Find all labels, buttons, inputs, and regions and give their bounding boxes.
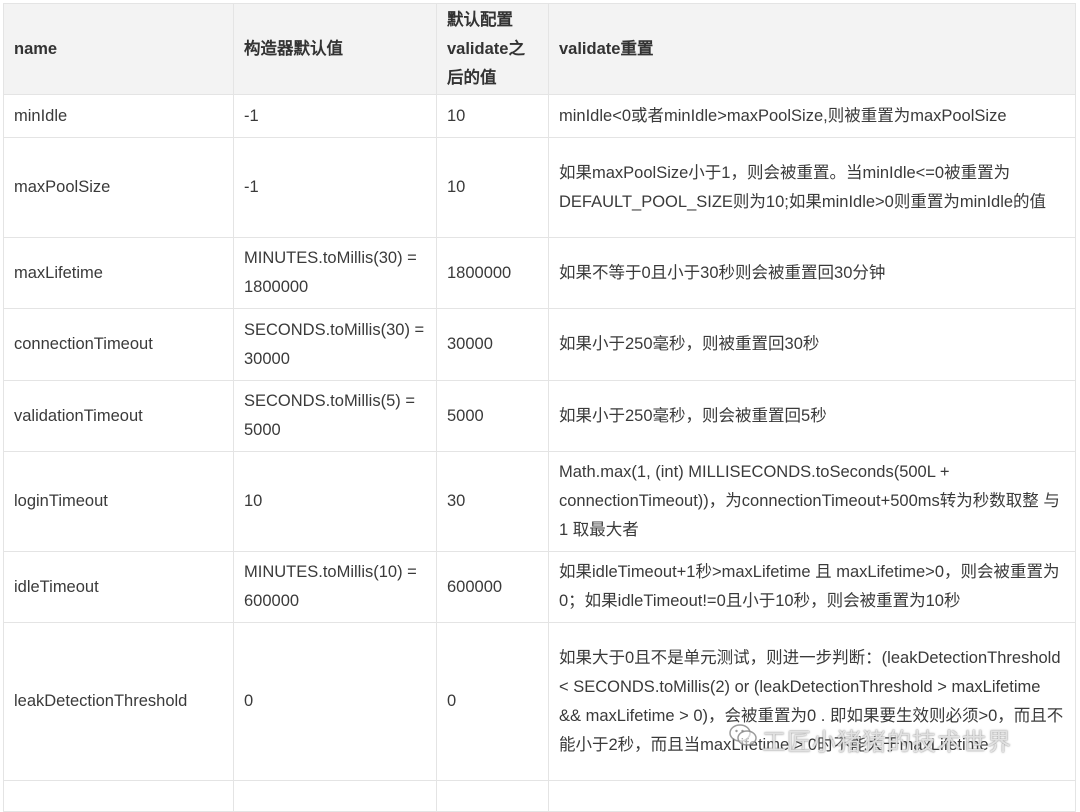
table-row-partial: [3, 780, 1076, 812]
cell-validate-reset: 如果大于0且不是单元测试，则进一步判断：(leakDetectionThresh…: [548, 622, 1076, 781]
table-row: validationTimeout SECONDS.toMillis(5) = …: [3, 380, 1076, 452]
cell-empty: [548, 780, 1076, 812]
table-row: idleTimeout MINUTES.toMillis(10) = 60000…: [3, 551, 1076, 623]
cell-name: minIdle: [3, 94, 234, 138]
cell-constructor-default: SECONDS.toMillis(30) = 30000: [233, 308, 437, 381]
cell-after-validate: 10: [436, 94, 549, 138]
header-constructor-default: 构造器默认值: [233, 3, 437, 95]
cell-after-validate: 1800000: [436, 237, 549, 309]
cell-constructor-default: 10: [233, 451, 437, 552]
table-row: connectionTimeout SECONDS.toMillis(30) =…: [3, 308, 1076, 381]
cell-name: leakDetectionThreshold: [3, 622, 234, 781]
cell-after-validate: 5000: [436, 380, 549, 452]
table-row: loginTimeout 10 30 Math.max(1, (int) MIL…: [3, 451, 1076, 552]
cell-name: validationTimeout: [3, 380, 234, 452]
table-row: leakDetectionThreshold 0 0 如果大于0且不是单元测试，…: [3, 622, 1076, 781]
cell-after-validate: 10: [436, 137, 549, 238]
cell-after-validate: 30: [436, 451, 549, 552]
cell-constructor-default: MINUTES.toMillis(10) = 600000: [233, 551, 437, 623]
cell-constructor-default: MINUTES.toMillis(30) = 1800000: [233, 237, 437, 309]
cell-name: maxPoolSize: [3, 137, 234, 238]
cell-validate-reset: 如果idleTimeout+1秒>maxLifetime 且 maxLifeti…: [548, 551, 1076, 623]
table-row: maxPoolSize -1 10 如果maxPoolSize小于1，则会被重置…: [3, 137, 1076, 238]
cell-after-validate: 0: [436, 622, 549, 781]
cell-name: idleTimeout: [3, 551, 234, 623]
cell-validate-reset: minIdle<0或者minIdle>maxPoolSize,则被重置为maxP…: [548, 94, 1076, 138]
cell-validate-reset: 如果小于250毫秒，则会被重置回5秒: [548, 380, 1076, 452]
cell-validate-reset: Math.max(1, (int) MILLISECONDS.toSeconds…: [548, 451, 1076, 552]
cell-empty: [233, 780, 437, 812]
table-row: minIdle -1 10 minIdle<0或者minIdle>maxPool…: [3, 94, 1076, 138]
cell-name: connectionTimeout: [3, 308, 234, 381]
header-after-validate: 默认配置validate之后的值: [436, 3, 549, 95]
cell-name: loginTimeout: [3, 451, 234, 552]
header-validate-reset: validate重置: [548, 3, 1076, 95]
cell-validate-reset: 如果小于250毫秒，则被重置回30秒: [548, 308, 1076, 381]
table-row: maxLifetime MINUTES.toMillis(30) = 18000…: [3, 237, 1076, 309]
config-table: name 构造器默认值 默认配置validate之后的值 validate重置 …: [3, 3, 1076, 812]
cell-constructor-default: -1: [233, 94, 437, 138]
table-header-row: name 构造器默认值 默认配置validate之后的值 validate重置: [3, 3, 1076, 95]
cell-after-validate: 600000: [436, 551, 549, 623]
cell-validate-reset: 如果maxPoolSize小于1，则会被重置。当minIdle<=0被重置为DE…: [548, 137, 1076, 238]
cell-after-validate: 30000: [436, 308, 549, 381]
header-name: name: [3, 3, 234, 95]
cell-constructor-default: 0: [233, 622, 437, 781]
cell-name: maxLifetime: [3, 237, 234, 309]
cell-constructor-default: -1: [233, 137, 437, 238]
cell-validate-reset: 如果不等于0且小于30秒则会被重置回30分钟: [548, 237, 1076, 309]
cell-empty: [436, 780, 549, 812]
cell-constructor-default: SECONDS.toMillis(5) = 5000: [233, 380, 437, 452]
cell-empty: [3, 780, 234, 812]
